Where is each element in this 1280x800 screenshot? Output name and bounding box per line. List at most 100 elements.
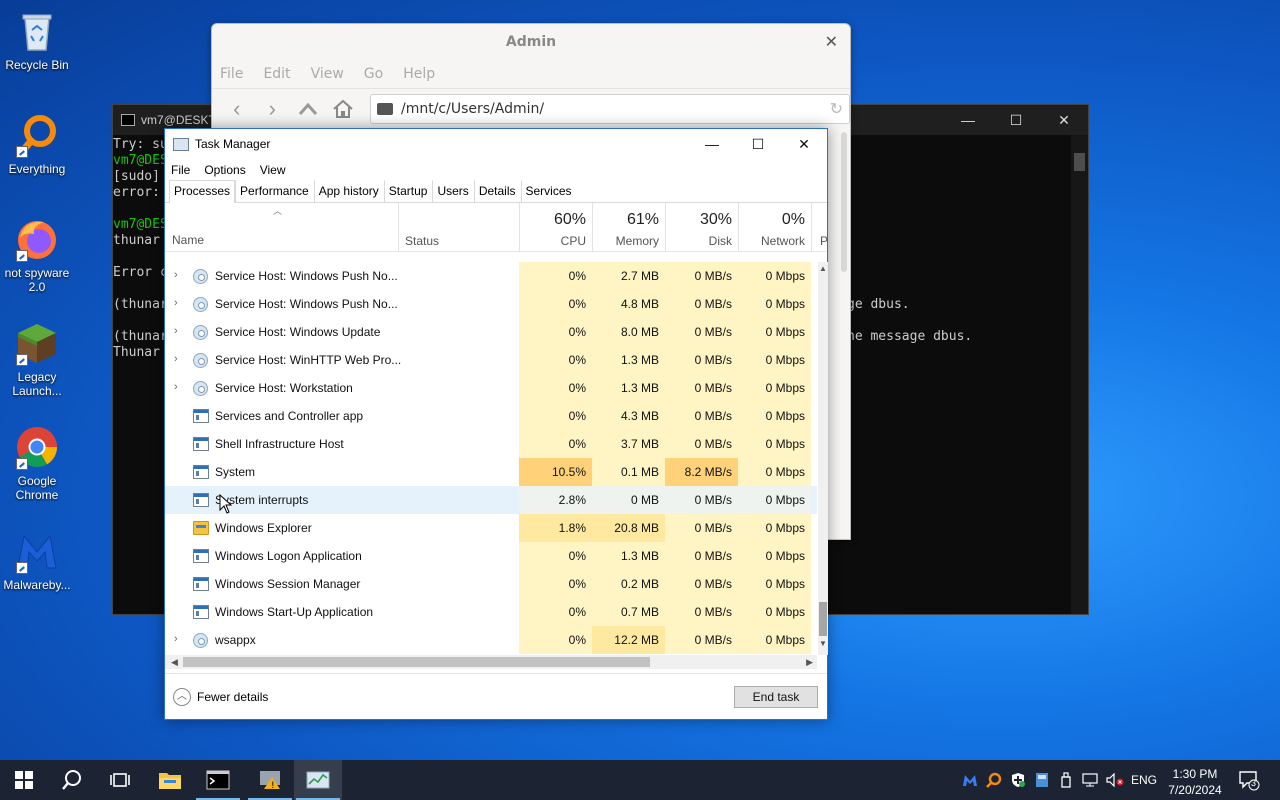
scroll-down-icon[interactable]: ▼	[818, 639, 828, 653]
minimize-icon[interactable]: —	[944, 112, 992, 129]
tab-app-history[interactable]: App history	[313, 180, 384, 202]
table-row[interactable]: System 10.5% 0.1 MB 8.2 MB/s 0 Mbps	[165, 458, 817, 486]
taskbar-file-explorer[interactable]	[146, 760, 194, 800]
table-row[interactable]: › Service Host: Windows Push No... 0% 2.7 M…	[165, 262, 817, 290]
desktop-icon-malwarebytes[interactable]: Malwareby...	[0, 528, 74, 592]
menu-view[interactable]: View	[311, 66, 344, 82]
expand-chevron-icon[interactable]: ›	[174, 353, 178, 365]
desktop-icon-recycle-bin[interactable]: Recycle Bin	[0, 8, 74, 72]
menu-edit[interactable]: Edit	[263, 66, 290, 82]
task-manager-window[interactable]: Task Manager — ☐ ✕ File Options View Pro…	[164, 128, 828, 720]
table-row[interactable]: › Service Host: WinHTTP Web Pro... 0% 1.3 M…	[165, 346, 817, 374]
table-row[interactable]: Shell Infrastructure Host 0% 3.7 MB 0 MB/s 0…	[165, 430, 817, 458]
back-icon[interactable]: ‹	[224, 96, 250, 122]
tab-details[interactable]: Details	[473, 180, 521, 202]
tab-processes[interactable]: Processes	[169, 180, 236, 203]
start-button[interactable]	[0, 760, 48, 800]
close-icon[interactable]: ✕	[1040, 112, 1088, 129]
desktop-icon-google-chrome[interactable]: Google Chrome	[0, 424, 74, 502]
scroll-thumb[interactable]	[819, 602, 827, 636]
fewer-details-toggle[interactable]: ︿ Fewer details	[173, 688, 268, 706]
location-bar[interactable]: /mnt/c/Users/Admin/ ↻	[370, 93, 850, 124]
table-row[interactable]: › Service Host: Workstation 0% 1.3 MB 0 MB/s…	[165, 374, 817, 402]
forward-icon[interactable]: ›	[260, 96, 286, 122]
file-manager-titlebar[interactable]: Admin ✕	[212, 24, 850, 60]
scroll-up-icon[interactable]: ▲	[818, 264, 828, 278]
tray-usb-icon[interactable]	[1056, 760, 1076, 800]
task-manager-titlebar[interactable]: Task Manager — ☐ ✕	[165, 129, 827, 159]
table-row[interactable]: System interrupts 2.8% 0 MB 0 MB/s 0 Mbps	[165, 486, 817, 514]
column-header-memory[interactable]: 61% Memory	[592, 203, 665, 252]
notification-count: 3	[1251, 778, 1257, 788]
taskbar-file-manager[interactable]: !	[246, 760, 294, 800]
service-gear-icon	[193, 269, 208, 284]
desktop-icon-legacy-launcher[interactable]: Legacy Launch...	[0, 320, 74, 398]
process-disk: 0 MB/s	[665, 598, 738, 626]
search-button[interactable]	[48, 760, 96, 800]
maximize-icon[interactable]: ☐	[735, 129, 781, 159]
menu-help[interactable]: Help	[403, 66, 435, 82]
process-list-hscrollbar[interactable]: ◀ ▶	[165, 655, 817, 669]
tray-network-icon[interactable]	[1080, 760, 1100, 800]
tab-startup[interactable]: Startup	[383, 180, 433, 202]
taskbar-terminal[interactable]	[194, 760, 242, 800]
menu-file[interactable]: File	[220, 66, 243, 82]
table-row[interactable]: › Service Host: Windows Push No... 0% 4.8 M…	[165, 290, 817, 318]
column-header-cpu[interactable]: 60% CPU	[519, 203, 592, 252]
table-row[interactable]: Windows Session Manager 0% 0.2 MB 0 MB/s 0 M…	[165, 570, 817, 598]
table-row[interactable]: › wsappx 0% 12.2 MB 0 MB/s 0 Mbps	[165, 626, 817, 654]
expand-chevron-icon[interactable]: ›	[174, 325, 178, 337]
scroll-thumb[interactable]	[1074, 153, 1085, 171]
tab-users[interactable]: Users	[432, 180, 473, 202]
menu-file[interactable]: File	[171, 163, 190, 177]
tray-language[interactable]: ENG	[1128, 760, 1160, 800]
menu-view[interactable]: View	[260, 163, 286, 177]
table-row[interactable]: Services and Controller app 0% 4.3 MB 0 MB/…	[165, 402, 817, 430]
sort-arrow-icon[interactable]: ︿	[273, 204, 282, 217]
tray-malwarebytes-icon[interactable]	[960, 760, 980, 800]
task-view-button[interactable]	[96, 760, 144, 800]
column-header-power[interactable]: P	[811, 203, 827, 252]
expand-chevron-icon[interactable]: ›	[174, 381, 178, 393]
minimize-icon[interactable]: —	[689, 129, 735, 159]
process-disk: 0 MB/s	[665, 262, 738, 290]
table-row[interactable]: Windows Logon Application 0% 1.3 MB 0 MB/s 0…	[165, 542, 817, 570]
scroll-thumb[interactable]	[183, 657, 650, 667]
close-icon[interactable]: ✕	[781, 129, 827, 159]
column-header-network[interactable]: 0% Network	[738, 203, 811, 252]
table-row[interactable]: Windows Explorer 1.8% 20.8 MB 0 MB/s 0 Mbps	[165, 514, 817, 542]
column-header-status-cell[interactable]: Status	[398, 203, 519, 252]
expand-chevron-icon[interactable]: ›	[174, 633, 178, 645]
close-icon[interactable]: ✕	[825, 24, 838, 60]
file-manager-scrollbar[interactable]	[841, 132, 847, 272]
terminal-scrollbar[interactable]	[1071, 135, 1088, 614]
tab-services[interactable]: Services	[520, 180, 577, 202]
expand-chevron-icon[interactable]: ›	[174, 269, 178, 281]
tray-volume-muted-icon[interactable]	[1104, 760, 1126, 800]
column-header-disk[interactable]: 30% Disk	[665, 203, 738, 252]
tray-drive-icon[interactable]	[1032, 760, 1052, 800]
scroll-right-icon[interactable]: ▶	[806, 655, 813, 669]
process-disk: 0 MB/s	[665, 318, 738, 346]
taskbar-clock[interactable]: 1:30 PM 7/20/2024	[1160, 763, 1230, 798]
desktop-icon-not-spyware[interactable]: not spyware 2.0	[0, 216, 74, 294]
end-task-button[interactable]: End task	[734, 686, 818, 708]
reload-icon[interactable]: ↻	[830, 99, 843, 118]
taskbar-task-manager[interactable]	[294, 760, 342, 800]
notification-center-button[interactable]: 3	[1234, 760, 1264, 800]
column-header-name[interactable]: Name	[172, 233, 204, 247]
expand-chevron-icon[interactable]: ›	[174, 297, 178, 309]
table-row[interactable]: › Service Host: Windows Update 0% 8.0 MB 0 M…	[165, 318, 817, 346]
tab-performance[interactable]: Performance	[235, 180, 314, 202]
menu-options[interactable]: Options	[204, 163, 245, 177]
tray-security-icon[interactable]	[1008, 760, 1028, 800]
desktop-icon-everything[interactable]: Everything	[0, 112, 74, 176]
menu-go[interactable]: Go	[364, 66, 383, 82]
up-icon[interactable]	[295, 96, 321, 122]
scroll-left-icon[interactable]: ◀	[171, 655, 178, 669]
table-row[interactable]: Windows Start-Up Application 0% 0.7 MB 0 MB…	[165, 598, 817, 626]
maximize-icon[interactable]: ☐	[992, 112, 1040, 129]
home-icon[interactable]	[331, 96, 357, 122]
process-list-vscrollbar[interactable]: ▲ ▼	[818, 262, 828, 655]
tray-everything-icon[interactable]	[984, 760, 1004, 800]
